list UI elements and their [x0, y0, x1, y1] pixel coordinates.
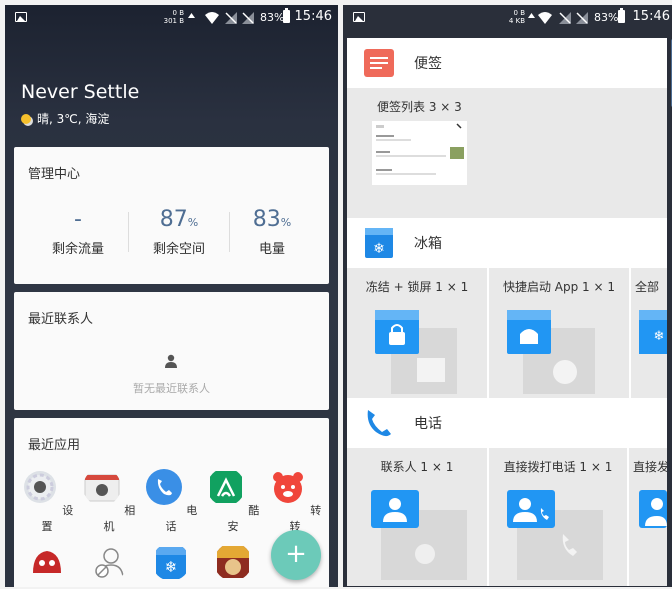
contact-preview	[371, 490, 467, 580]
battery-percent: 83%	[594, 11, 619, 24]
notes-list-preview	[372, 121, 467, 185]
left-screen-shelf: 0 B 301 B 83% 15:46 Never Settle 晴, 3℃, 海…	[5, 5, 338, 587]
weather-info[interactable]: 晴, 3℃, 海淀	[21, 110, 109, 127]
status-bar: 0 B4 KB 83% 15:46	[343, 5, 672, 31]
direct-message-preview	[639, 490, 667, 528]
svg-text:❄: ❄	[373, 241, 385, 257]
wifi-icon	[538, 12, 552, 24]
camera-icon	[84, 474, 120, 502]
section-header-phone: 电话	[347, 398, 667, 448]
widget-list[interactable]: 便签 便签列表 3 × 3 ❄ 冰箱 冻结 + 锁屏 1 × 1 快捷启动 Ap…	[347, 38, 667, 586]
app-settings[interactable]: 设置	[16, 468, 78, 534]
image-notification-icon	[353, 12, 365, 22]
freeze-lock-preview	[375, 310, 457, 394]
coolapk-icon	[209, 471, 242, 503]
remaining-data-stat[interactable]: - 剩余流量	[28, 207, 128, 257]
upload-arrow-icon	[528, 13, 535, 18]
app-camera[interactable]: 相机	[78, 468, 140, 534]
quick-launch-preview	[507, 310, 595, 394]
app-zhuanzhuan[interactable]: 转转	[264, 468, 326, 534]
widget-quick-launch[interactable]: 快捷启动 App 1 × 1	[489, 268, 629, 398]
no-signal-icon-2	[242, 12, 254, 24]
notes-app-icon	[364, 49, 394, 77]
widget-direct-message-partial[interactable]: 直接发	[629, 448, 667, 586]
app-antutu[interactable]	[16, 543, 78, 587]
no-signal-icon	[559, 12, 571, 24]
phone-icon	[145, 469, 182, 505]
right-screen-widget-picker: 0 B4 KB 83% 15:46 便签 便签列表 3 × 3 ❄ 冰箱 冻结 …	[343, 5, 672, 587]
weather-sun-icon	[21, 114, 31, 124]
no-signal-icon	[225, 12, 237, 24]
user-disabled-icon	[95, 548, 124, 578]
zhuanzhuan-icon	[272, 472, 303, 503]
person-icon	[165, 354, 177, 368]
no-signal-icon-2	[576, 12, 588, 24]
comparison-frame: 0 B 301 B 83% 15:46 Never Settle 晴, 3℃, 海…	[0, 0, 672, 589]
shelf-title: Never Settle	[21, 81, 140, 103]
recent-contacts-card[interactable]: 最近联系人 暂无最近联系人	[14, 292, 329, 410]
add-fab-button[interactable]: +	[271, 530, 321, 580]
status-bar: 0 B 301 B 83% 15:46	[5, 5, 338, 31]
card-title: 最近联系人	[28, 312, 94, 327]
app-coolapk[interactable]: 酷安	[202, 468, 264, 534]
phone-app-icon	[367, 410, 391, 437]
icebox-app-icon: ❄	[365, 228, 393, 258]
settings-gear-icon	[23, 471, 56, 503]
battery-stat[interactable]: 83% 电量	[222, 207, 322, 257]
widget-direct-dial[interactable]: 直接拨打电话 1 × 1	[489, 448, 627, 586]
card-title: 管理中心	[28, 167, 81, 182]
phone-widgets: 联系人 1 × 1 直接拨打电话 1 × 1 直接发	[347, 448, 667, 586]
wifi-icon	[205, 12, 219, 24]
clock: 15:46	[632, 9, 670, 24]
widget-notes-list-3x3[interactable]: 便签列表 3 × 3	[347, 88, 487, 218]
antutu-icon	[33, 551, 61, 573]
battery-percent: 83%	[260, 11, 285, 24]
app-icebox[interactable]: ❄	[140, 543, 202, 587]
notes-widgets: 便签列表 3 × 3	[347, 88, 667, 218]
widget-all-partial[interactable]: 全部 ❄	[631, 268, 667, 398]
empty-contacts-text: 暂无最近联系人	[133, 382, 210, 395]
widget-contact[interactable]: 联系人 1 × 1	[347, 448, 487, 586]
widget-freeze-lock[interactable]: 冻结 + 锁屏 1 × 1	[347, 268, 487, 398]
battery-icon	[618, 8, 625, 23]
card-title: 最近应用	[28, 438, 81, 453]
management-center-card[interactable]: 管理中心 - 剩余流量 87% 剩余空间 83% 电量	[14, 147, 329, 284]
remaining-storage-stat[interactable]: 87% 剩余空间	[129, 207, 229, 257]
network-speed: 0 B4 KB	[508, 9, 525, 25]
image-notification-icon	[15, 12, 27, 22]
svg-text:❄: ❄	[654, 329, 665, 344]
icebox-icon: ❄	[156, 547, 186, 579]
app-unknown-user[interactable]	[78, 543, 140, 587]
svg-text:❄: ❄	[165, 558, 178, 576]
all-preview: ❄	[639, 310, 667, 354]
section-header-icebox: ❄ 冰箱	[347, 218, 667, 268]
app-game[interactable]	[202, 543, 264, 587]
battery-icon	[283, 8, 290, 23]
clock: 15:46	[294, 9, 332, 24]
app-phone[interactable]: 电话	[140, 468, 202, 534]
direct-dial-preview	[507, 490, 603, 580]
game-icon	[217, 546, 249, 578]
upload-arrow-icon	[188, 13, 195, 18]
icebox-widgets: 冻结 + 锁屏 1 × 1 快捷启动 App 1 × 1 全部 ❄	[347, 268, 667, 398]
network-speed: 0 B 301 B	[163, 9, 184, 25]
section-header-notes: 便签	[347, 38, 667, 88]
